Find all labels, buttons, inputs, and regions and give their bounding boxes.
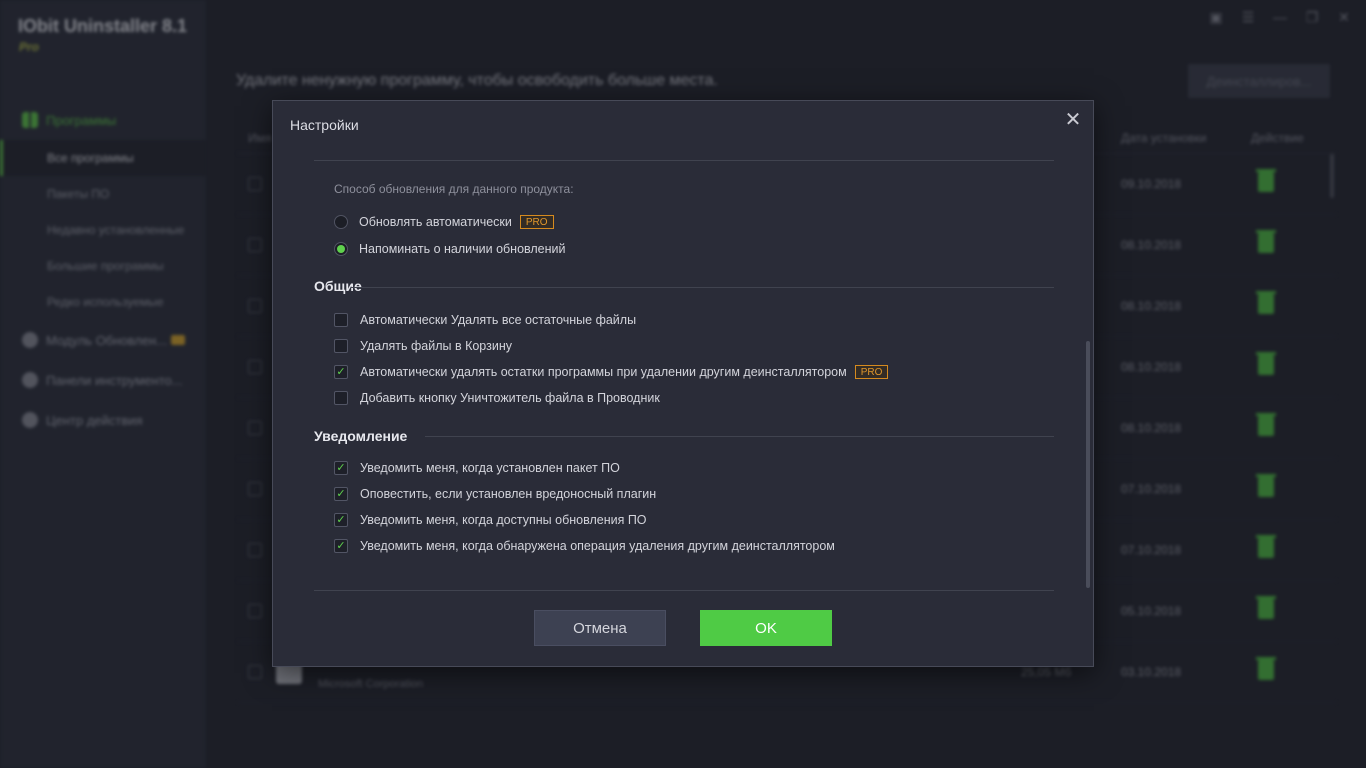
section-general-title: Общие	[314, 278, 362, 294]
section-notify-title: Уведомление	[314, 428, 408, 444]
option-label: Удалять файлы в Корзину	[360, 339, 512, 353]
ok-button[interactable]: OK	[700, 610, 832, 646]
divider	[314, 160, 1054, 161]
radio-update-remind[interactable]: Напоминать о наличии обновлений	[334, 240, 566, 258]
option-label: Уведомить меня, когда установлен пакет П…	[360, 461, 620, 475]
radio-button	[334, 215, 348, 229]
dialog-title: Настройки	[290, 117, 359, 133]
checkbox: ✓	[334, 365, 348, 379]
option-label: Напоминать о наличии обновлений	[359, 242, 566, 256]
settings-dialog: Настройки ✕ Способ обновления для данног…	[272, 100, 1094, 667]
checkbox-notify-updates[interactable]: ✓ Уведомить меня, когда доступны обновле…	[334, 511, 647, 529]
option-label: Оповестить, если установлен вредоносный …	[360, 487, 657, 501]
checkbox-notify-other-uninstaller[interactable]: ✓ Уведомить меня, когда обнаружена опера…	[334, 537, 835, 555]
divider	[351, 287, 1054, 288]
checkbox-notify-malicious-plugin[interactable]: ✓ Оповестить, если установлен вредоносны…	[334, 485, 656, 503]
cancel-button[interactable]: Отмена	[534, 610, 666, 646]
checkbox-notify-bundle[interactable]: ✓ Уведомить меня, когда установлен пакет…	[334, 459, 620, 477]
option-label: Добавить кнопку Уничтожитель файла в Про…	[360, 391, 660, 405]
checkbox-auto-remove-other-uninstaller[interactable]: ✓ Автоматически удалять остатки программ…	[334, 363, 889, 381]
checkbox	[334, 391, 348, 405]
checkbox	[334, 339, 348, 353]
dialog-scrollbar[interactable]	[1086, 341, 1090, 588]
option-label: Автоматически удалять остатки программы …	[360, 365, 847, 379]
checkbox-auto-remove-leftovers[interactable]: Автоматически Удалять все остаточные фай…	[334, 311, 636, 329]
checkbox	[334, 313, 348, 327]
checkbox-file-shredder-explorer[interactable]: Добавить кнопку Уничтожитель файла в Про…	[334, 389, 660, 407]
close-icon[interactable]: ✕	[1061, 107, 1085, 131]
radio-button	[334, 242, 348, 256]
checkbox: ✓	[334, 513, 348, 527]
pro-badge: PRO	[519, 215, 554, 229]
option-label: Уведомить меня, когда доступны обновлени…	[360, 513, 647, 527]
update-method-caption: Способ обновления для данного продукта:	[334, 182, 574, 196]
radio-update-auto[interactable]: Обновлять автоматически PRO	[334, 213, 554, 231]
option-label: Уведомить меня, когда обнаружена операци…	[360, 539, 835, 553]
checkbox-delete-to-recycle-bin[interactable]: Удалять файлы в Корзину	[334, 337, 512, 355]
checkbox: ✓	[334, 539, 348, 553]
option-label: Обновлять автоматически	[359, 215, 512, 229]
option-label: Автоматически Удалять все остаточные фай…	[360, 313, 637, 327]
checkbox: ✓	[334, 487, 348, 501]
pro-badge: PRO	[854, 365, 889, 379]
divider	[314, 590, 1054, 591]
divider	[425, 436, 1054, 437]
checkbox: ✓	[334, 461, 348, 475]
